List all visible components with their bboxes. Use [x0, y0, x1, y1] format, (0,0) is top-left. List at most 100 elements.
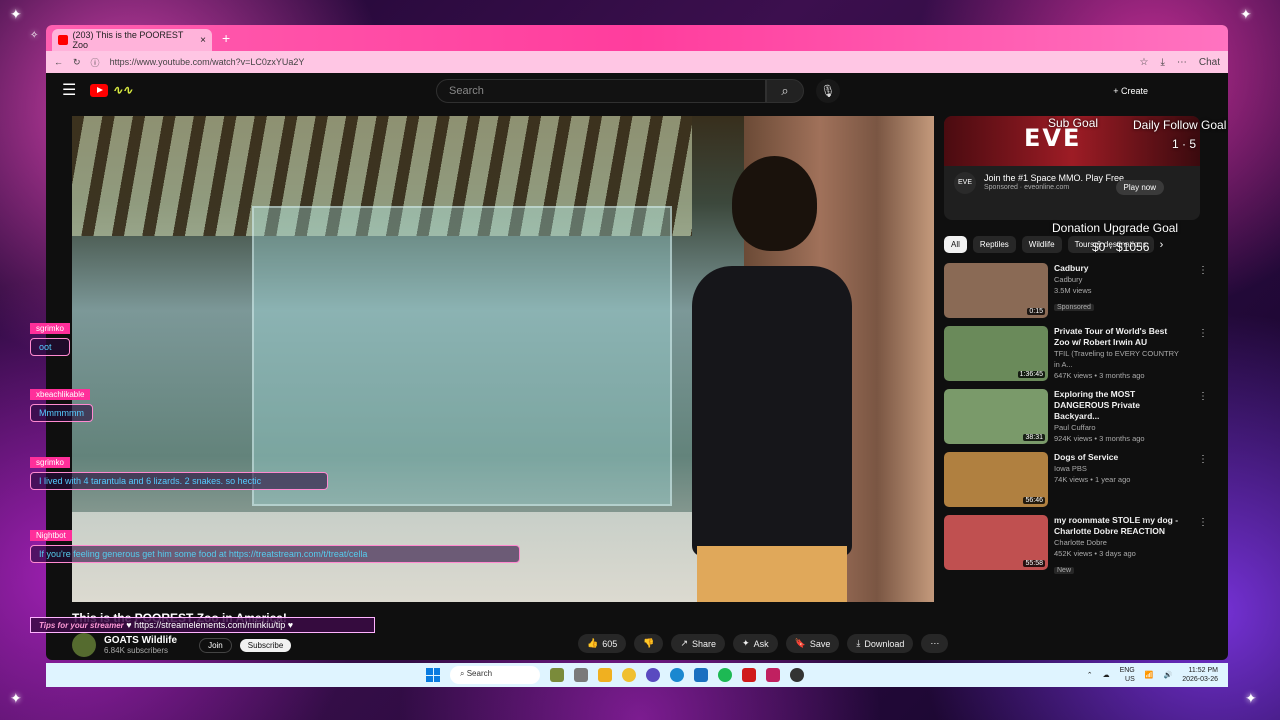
chip-reptiles[interactable]: Reptiles: [972, 236, 1016, 253]
like-count: 605: [602, 638, 618, 649]
video-thumbnail[interactable]: 55:58: [944, 515, 1048, 570]
duration-badge: 55:58: [1023, 560, 1045, 567]
video-thumbnail[interactable]: 38:31: [944, 389, 1048, 444]
sparkle-icon: ✦: [1245, 690, 1257, 706]
kebab-menu-icon[interactable]: ⋮: [1198, 265, 1208, 276]
menu-icon[interactable]: ⋯: [1177, 57, 1187, 68]
chat-message: Nightbot If you're feeling generous get …: [30, 525, 520, 563]
chat-message: sgrimko I lived with 4 tarantula and 6 l…: [30, 452, 328, 490]
app-icon[interactable]: [622, 668, 636, 682]
star-icon[interactable]: ☆: [1139, 57, 1148, 68]
rec-title[interactable]: my roommate STOLE my dog - Charlotte Dob…: [1054, 515, 1182, 537]
chevron-right-icon[interactable]: ›: [1160, 239, 1164, 251]
sparkle-icon: ✦: [1240, 6, 1252, 22]
download-arrow-icon: ⤓: [856, 638, 861, 648]
ad-title: Join the #1 Space MMO. Play Free: [984, 173, 1125, 183]
subscribe-button[interactable]: Subscribe: [239, 638, 292, 652]
taskbar-search[interactable]: ⌕ Search: [450, 666, 540, 684]
download-button[interactable]: ⤓ Download: [847, 634, 914, 653]
store-icon[interactable]: [694, 668, 708, 682]
volume-icon[interactable]: 🔊: [1163, 671, 1172, 679]
ask-button[interactable]: ✦ Ask: [733, 634, 778, 653]
task-view-icon[interactable]: [574, 668, 588, 682]
sparkle-icon: ✦: [10, 690, 22, 706]
bookmark-icon: 🔖: [794, 638, 806, 648]
list-item[interactable]: 55:58 my roommate STOLE my dog - Charlot…: [944, 515, 1216, 577]
url-field[interactable]: https://www.youtube.com/watch?v=LC0zxYUa…: [110, 57, 1130, 67]
rec-title[interactable]: Dogs of Service: [1054, 452, 1182, 463]
subscriber-count: 6.84K subscribers: [104, 646, 169, 655]
rec-channel: Cadbury: [1054, 275, 1083, 284]
chat-message: xbeachlikable Mmmmmm: [30, 384, 93, 422]
list-item[interactable]: 1:36:45 Private Tour of World's Best Zoo…: [944, 326, 1216, 381]
app-icon[interactable]: [766, 668, 780, 682]
chip-all[interactable]: All: [944, 236, 967, 253]
chevron-up-icon[interactable]: ⌃: [1087, 671, 1093, 679]
microphone-icon[interactable]: 🎙: [816, 79, 840, 103]
save-label: Save: [809, 638, 831, 649]
rec-title[interactable]: Private Tour of World's Best Zoo w/ Robe…: [1054, 326, 1182, 348]
widget-icon[interactable]: [550, 668, 564, 682]
download-label: Download: [864, 638, 905, 649]
search-bar: Search ⌕ 🎙: [436, 79, 840, 103]
dislike-button[interactable]: 👎: [634, 634, 664, 653]
clock-time[interactable]: 11:52 PM: [1182, 666, 1218, 675]
play-now-button[interactable]: Play now: [1115, 180, 1164, 195]
download-icon[interactable]: ⤓: [1160, 57, 1164, 68]
join-button[interactable]: Join: [199, 637, 232, 653]
tip-url: https://streamelements.com/minkiu/tip: [134, 620, 286, 630]
windows-start-icon[interactable]: [426, 668, 440, 682]
chat-button[interactable]: Chat: [1199, 57, 1220, 68]
create-button[interactable]: + Create: [1113, 86, 1148, 96]
duration-badge: 38:31: [1023, 434, 1045, 441]
youtube-favicon-icon: [58, 35, 68, 45]
kebab-menu-icon[interactable]: ⋮: [1198, 328, 1208, 339]
youtube-logo[interactable]: ∿∿: [90, 83, 132, 97]
search-input[interactable]: Search: [436, 79, 766, 103]
chip-wildlife[interactable]: Wildlife: [1021, 236, 1062, 253]
sparkle-icon: ✦: [10, 6, 22, 22]
kebab-menu-icon[interactable]: ⋮: [1198, 391, 1208, 402]
rec-title[interactable]: Exploring the MOST DANGEROUS Private Bac…: [1054, 389, 1182, 422]
wifi-icon[interactable]: 📶: [1145, 671, 1154, 679]
discord-icon[interactable]: [646, 668, 660, 682]
rec-title[interactable]: Cadbury: [1054, 263, 1182, 274]
search-icon[interactable]: ⌕: [766, 79, 804, 103]
spotify-icon[interactable]: [718, 668, 732, 682]
menu-hamburger-icon[interactable]: ☰: [62, 80, 76, 100]
new-tab-button[interactable]: +: [222, 30, 230, 46]
heart-icon: ♥: [287, 620, 294, 630]
donation-goal-amount: $0 · $1056: [1092, 240, 1150, 254]
cloud-icon[interactable]: ☁: [1103, 671, 1110, 679]
tab-youtube[interactable]: (203) This is the POOREST Zoo ×: [52, 29, 212, 51]
file-explorer-icon[interactable]: [598, 668, 612, 682]
close-icon[interactable]: ×: [200, 35, 206, 46]
back-icon[interactable]: ←: [54, 57, 63, 67]
rec-channel: Charlotte Dobre: [1054, 538, 1107, 547]
list-item[interactable]: 38:31 Exploring the MOST DANGEROUS Priva…: [944, 389, 1216, 444]
list-item[interactable]: 0:15 Cadbury Cadbury 3.5M views Sponsore…: [944, 263, 1216, 318]
save-button[interactable]: 🔖 Save: [785, 634, 840, 653]
reload-icon[interactable]: ↻: [73, 57, 81, 68]
channel-name[interactable]: GOATS Wildlife: [104, 635, 177, 646]
list-item[interactable]: 56:46 Dogs of Service Iowa PBS 74K views…: [944, 452, 1216, 507]
site-info-icon[interactable]: ⓘ: [91, 56, 100, 69]
kebab-menu-icon[interactable]: ⋮: [1198, 517, 1208, 528]
obs-icon[interactable]: [790, 668, 804, 682]
sponsored-badge: Sponsored: [1054, 304, 1094, 311]
like-button[interactable]: 👍 605: [578, 634, 627, 653]
video-thumbnail[interactable]: 56:46: [944, 452, 1048, 507]
adobe-icon[interactable]: [742, 668, 756, 682]
follow-goal-count: 1 · 5: [1172, 137, 1197, 151]
lang-indicator[interactable]: ENG: [1120, 666, 1135, 675]
channel-avatar[interactable]: [72, 633, 96, 657]
youtube-doodle: ∿∿: [112, 83, 133, 97]
kebab-menu-icon[interactable]: ⋮: [1198, 454, 1208, 465]
recommendation-list: 0:15 Cadbury Cadbury 3.5M views Sponsore…: [944, 263, 1216, 577]
more-actions-button[interactable]: ⋯: [921, 634, 949, 653]
video-thumbnail[interactable]: 0:15: [944, 263, 1048, 318]
edge-icon[interactable]: [670, 668, 684, 682]
share-button[interactable]: ↗ Share: [671, 634, 726, 653]
share-label: Share: [692, 638, 717, 649]
video-thumbnail[interactable]: 1:36:45: [944, 326, 1048, 381]
